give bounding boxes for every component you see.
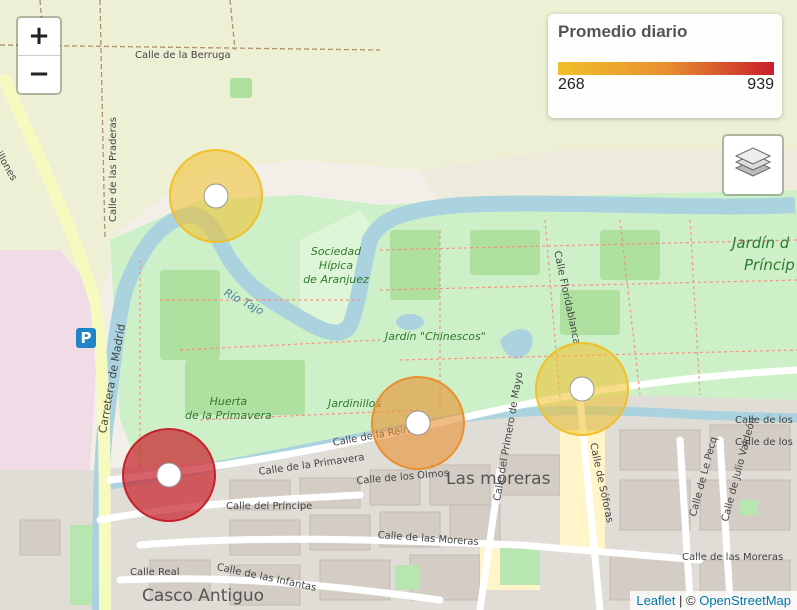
legend-min: 268 [558, 76, 585, 93]
station-marker-3[interactable] [371, 376, 465, 470]
layers-button[interactable] [722, 134, 784, 196]
leaflet-link[interactable]: Leaflet [636, 593, 675, 608]
attribution-separator: | © [679, 593, 696, 608]
attribution: Leaflet | © OpenStreetMap [630, 591, 797, 610]
zoom-out-button[interactable]: − [18, 56, 60, 93]
station-marker-1[interactable] [169, 149, 263, 243]
zoom-control: + − [16, 16, 62, 95]
osm-link[interactable]: OpenStreetMap [699, 593, 791, 608]
legend: Promedio diario 268 939 [548, 14, 782, 118]
legend-max: 939 [747, 76, 774, 93]
legend-gradient-bar [558, 62, 774, 75]
zoom-in-button[interactable]: + [18, 18, 60, 56]
station-marker-2[interactable] [535, 342, 629, 436]
station-marker-4[interactable] [122, 428, 216, 522]
layers-icon [734, 147, 772, 177]
legend-title: Promedio diario [558, 22, 688, 41]
